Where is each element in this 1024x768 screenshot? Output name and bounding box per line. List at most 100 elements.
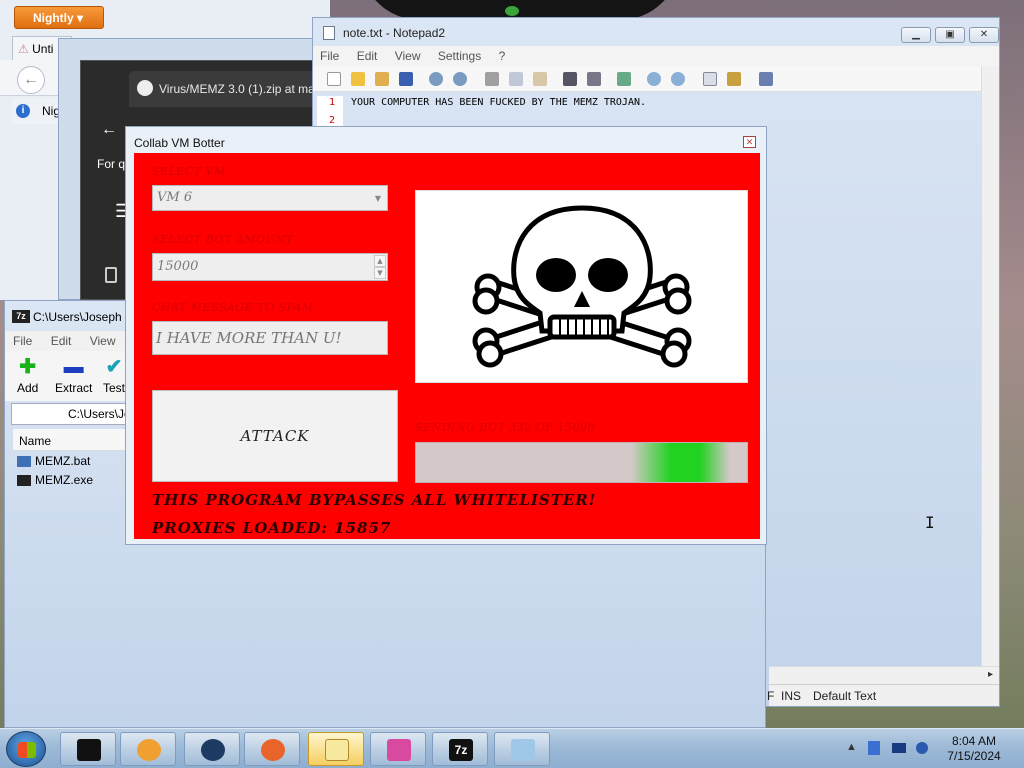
network-icon[interactable]	[868, 741, 880, 755]
menu-edit[interactable]: Edit	[43, 331, 79, 348]
save-icon[interactable]	[399, 72, 413, 86]
taskbar-app-media[interactable]	[120, 732, 176, 766]
add-label: Add	[17, 381, 39, 395]
line-number: 2	[329, 115, 336, 126]
chat-message-label: CHAT MESSAGE TO SPAM	[152, 301, 314, 314]
taskbar: 7z ▲ 8:04 AM 7/15/2024	[0, 728, 1024, 768]
minimize-button[interactable]: ▁	[901, 27, 931, 43]
back-button[interactable]: ←	[17, 66, 45, 94]
system-clock[interactable]: 8:04 AM 7/15/2024	[942, 734, 1006, 764]
show-hidden-icons-icon[interactable]: ▲	[846, 741, 857, 753]
cut-icon[interactable]	[485, 72, 499, 86]
info-icon: i	[16, 104, 30, 118]
taskbar-app-botter[interactable]	[494, 732, 550, 766]
chat-message-input[interactable]: I HAVE MORE THAN U!	[152, 321, 388, 355]
skull-image	[415, 190, 748, 383]
notepad-title: note.txt - Notepad2	[343, 26, 446, 40]
nightly-menu-button[interactable]: Nightly ▾	[14, 6, 104, 29]
scroll-right-icon[interactable]: ▸	[988, 669, 993, 680]
file-row[interactable]: MEMZ.bat	[17, 454, 90, 472]
menu-file[interactable]: File	[5, 331, 39, 348]
browse-icon[interactable]	[375, 72, 389, 86]
chevron-down-icon: ▼	[374, 194, 381, 203]
minus-icon: ▬	[63, 356, 84, 378]
notepad-icon	[325, 739, 349, 761]
display-icon[interactable]	[892, 743, 906, 753]
paste-icon[interactable]	[533, 72, 547, 86]
horizontal-scrollbar[interactable]: ▸	[769, 666, 999, 684]
taskbar-app-7zip[interactable]: 7z	[432, 732, 488, 766]
word-wrap-icon[interactable]	[617, 72, 631, 86]
column-name-label: Name	[19, 434, 52, 448]
exe-file-icon	[17, 475, 31, 486]
test-button[interactable]: ✔ Test	[103, 357, 125, 395]
progress-bar	[415, 442, 748, 483]
bypass-text: THIS PROGRAM BYPASSES ALL WHITELISTER!	[152, 491, 597, 509]
taskbar-app-terminal[interactable]	[60, 732, 116, 766]
zoom-in-icon[interactable]	[647, 72, 661, 86]
customize-icon[interactable]	[727, 72, 741, 86]
vm-select-value: VM 6	[157, 190, 193, 205]
status-insert-mode: INS	[781, 689, 802, 703]
menu-edit[interactable]: Edit	[350, 46, 385, 63]
copy-icon[interactable]	[509, 72, 523, 86]
replace-icon[interactable]	[587, 72, 601, 86]
vm-select[interactable]: VM 6 ▼	[152, 185, 388, 211]
undo-icon[interactable]	[429, 72, 443, 86]
close-button[interactable]: ✕	[743, 136, 756, 148]
new-file-icon[interactable]	[327, 72, 341, 86]
progress-fill	[631, 443, 731, 482]
check-icon: ✔	[105, 356, 123, 378]
editor-line-1[interactable]: YOUR COMPUTER HAS BEEN FUCKED BY THE MEM…	[351, 97, 646, 108]
media-player-icon	[137, 739, 161, 761]
redo-icon[interactable]	[453, 72, 467, 86]
file-row[interactable]: MEMZ.exe	[17, 473, 93, 491]
stepper-down-icon[interactable]: ▼	[374, 267, 386, 279]
zoom-out-icon[interactable]	[671, 72, 685, 86]
add-button[interactable]: ✚ Add	[17, 357, 38, 395]
find-icon[interactable]	[563, 72, 577, 86]
notepad-toolbar	[313, 66, 999, 92]
menu-settings[interactable]: Settings	[431, 46, 488, 63]
start-button[interactable]	[6, 731, 46, 767]
github-icon	[137, 80, 153, 96]
attack-button[interactable]: ATTACK	[152, 390, 398, 482]
vertical-scrollbar[interactable]	[981, 66, 999, 684]
github-tab[interactable]: Virus/MEMZ 3.0 (1).zip at ma	[129, 71, 319, 107]
file-name: MEMZ.exe	[35, 473, 94, 487]
menu-view[interactable]: View	[82, 331, 123, 348]
plus-icon: ✚	[19, 356, 37, 378]
menu-view[interactable]: View	[388, 46, 428, 63]
botter-title: Collab VM Botter	[134, 136, 225, 150]
select-vm-label: SELECT VM	[152, 165, 226, 178]
scheme-icon[interactable]	[703, 72, 717, 86]
test-label: Test	[103, 381, 126, 395]
phone-icon	[105, 267, 117, 283]
menu-help[interactable]: ?	[492, 46, 513, 63]
back-arrow-icon[interactable]: ←	[101, 121, 117, 139]
open-folder-icon[interactable]	[351, 72, 365, 86]
window-app-icon	[511, 739, 535, 761]
taskbar-app-globe[interactable]	[184, 732, 240, 766]
botter-body: SELECT VM VM 6 ▼ SELECT BOT AMOUNT 15000…	[134, 153, 760, 539]
close-button[interactable]: ✕	[969, 27, 999, 43]
taskbar-app-notepad[interactable]	[308, 732, 364, 766]
taskbar-app-firefox[interactable]	[244, 732, 300, 766]
menu-file[interactable]: File	[313, 46, 346, 63]
status-scheme: Default Text	[813, 689, 877, 703]
stepper-up-icon[interactable]: ▲	[374, 255, 386, 267]
notepad-menubar: File Edit View Settings ?	[313, 46, 999, 66]
extract-button[interactable]: ▬ Extract	[55, 357, 92, 395]
exit-icon[interactable]	[759, 72, 773, 86]
volume-icon[interactable]	[916, 742, 928, 754]
status-light	[505, 6, 519, 16]
proxies-text: PROXIES LOADED: 15857	[152, 519, 392, 537]
taskbar-app-paint[interactable]	[370, 732, 426, 766]
clock-time: 8:04 AM	[951, 734, 997, 748]
batch-file-icon	[17, 456, 31, 467]
bot-amount-stepper[interactable]: 15000 ▲ ▼	[152, 253, 388, 281]
warning-icon: ⚠	[18, 42, 29, 56]
paint-icon	[387, 739, 411, 761]
maximize-button[interactable]: ▣	[935, 27, 965, 43]
notepad-titlebar: note.txt - Notepad2	[313, 18, 999, 46]
